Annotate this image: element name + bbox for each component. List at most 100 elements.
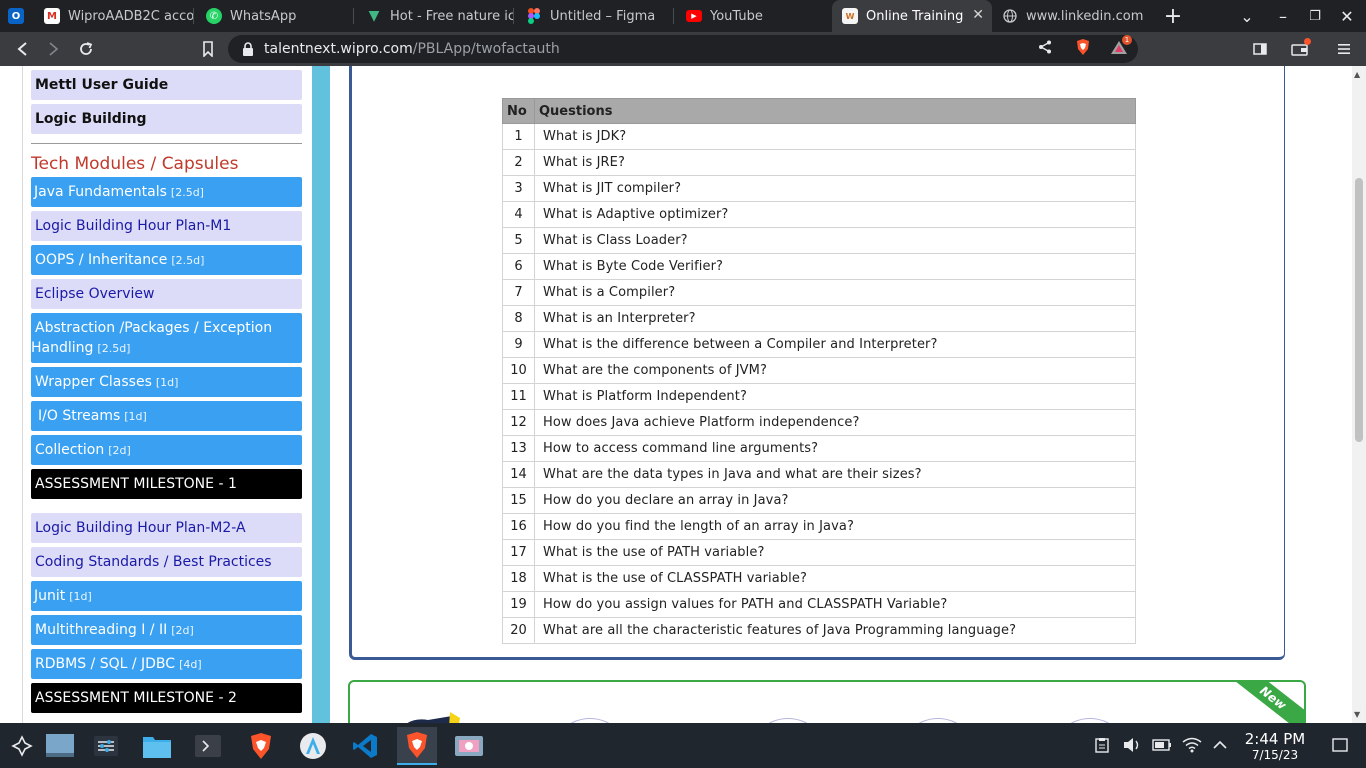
duration-tag: [4d] bbox=[179, 658, 202, 671]
page-scrollbar[interactable]: ▲ ▼ bbox=[1352, 66, 1366, 723]
sidebar-item-coding-standards[interactable]: Coding Standards / Best Practices bbox=[31, 547, 302, 577]
sidebar-item-eclipse-overview[interactable]: Eclipse Overview bbox=[31, 279, 302, 309]
page-left-border bbox=[22, 66, 23, 723]
sidebar-item-io-streams[interactable]: I/O Streams [1d] bbox=[31, 401, 302, 431]
sidebar-item-assessment-milestone-2[interactable]: ASSESSMENT MILESTONE - 2 bbox=[31, 683, 302, 713]
menu-icon[interactable] bbox=[1332, 37, 1356, 61]
sidebar-toggle-icon[interactable] bbox=[1248, 37, 1272, 61]
duration-tag: [2d] bbox=[108, 444, 131, 457]
duration-tag: [1d] bbox=[155, 376, 179, 389]
sidebar-item-rdbms-sql-jdbc[interactable]: RDBMS / SQL / JDBC [4d] bbox=[31, 649, 302, 679]
table-row: 11 What is Platform Independent? bbox=[502, 383, 1136, 410]
table-row: 19 How do you assign values for PATH and … bbox=[502, 591, 1136, 618]
sidebar-item-label: Logic Building Hour Plan-M2-A bbox=[35, 520, 246, 536]
tab-whatsapp[interactable]: ✆ WhatsApp bbox=[196, 0, 354, 32]
table-row: 13 How to access command line arguments? bbox=[502, 435, 1136, 462]
question-text: What is Class Loader? bbox=[534, 227, 1136, 254]
sidebar-item-logic-building[interactable]: Logic Building bbox=[31, 104, 302, 134]
bookmark-icon[interactable] bbox=[196, 37, 220, 61]
taskbar-clock[interactable]: 2:44 PM 7/15/23 bbox=[1240, 731, 1310, 763]
question-text: What is an Interpreter? bbox=[534, 305, 1136, 332]
globe-icon bbox=[1002, 8, 1018, 24]
sidebar-item-label: Logic Building Hour Plan-M1 bbox=[35, 218, 232, 234]
tab-linkedin[interactable]: www.linkedin.com bbox=[992, 0, 1152, 32]
scroll-down-icon[interactable]: ▼ bbox=[1354, 710, 1360, 719]
sidebar-item-label: Wrapper Classes bbox=[35, 374, 152, 390]
url-text: talentnext.wipro.com/PBLApp/twofactauth bbox=[264, 41, 560, 57]
vscode-icon[interactable] bbox=[345, 727, 385, 765]
sidebar-item-assessment-milestone-1[interactable]: ASSESSMENT MILESTONE - 1 bbox=[31, 469, 302, 499]
terminal-icon[interactable] bbox=[188, 727, 228, 765]
sidebar-item-wrapper-classes[interactable]: Wrapper Classes [1d] bbox=[31, 367, 302, 397]
tab-online-training[interactable]: W Online Training ✕ bbox=[832, 0, 992, 32]
scroll-up-icon[interactable]: ▲ bbox=[1354, 70, 1360, 79]
new-tab-icon[interactable]: + bbox=[1158, 0, 1188, 32]
question-number: 20 bbox=[502, 617, 535, 644]
sidebar-item-java-fundamentals[interactable]: Java Fundamentals [2.5d] bbox=[31, 177, 302, 207]
question-text: What is Byte Code Verifier? bbox=[534, 253, 1136, 280]
sidebar-item-logic-building-m2a[interactable]: Logic Building Hour Plan-M2-A bbox=[31, 513, 302, 543]
brave-shields-icon[interactable] bbox=[1074, 38, 1092, 56]
outlook-pinned-tab[interactable]: O bbox=[0, 0, 30, 32]
wifi-icon[interactable] bbox=[1182, 735, 1202, 755]
scrollbar-thumb[interactable] bbox=[1355, 178, 1363, 442]
question-text: What are the data types in Java and what… bbox=[534, 461, 1136, 488]
brave-icon[interactable] bbox=[241, 727, 281, 765]
sidebar-item-junit[interactable]: Junit [1d] bbox=[31, 581, 302, 611]
app-launcher-icon[interactable] bbox=[2, 727, 42, 765]
questions-table-body: 1 What is JDK? 2 What is JRE? 3 What is JIT c… bbox=[502, 123, 1136, 644]
tab-title: Hot - Free nature ico bbox=[390, 8, 514, 24]
close-tab-icon[interactable]: ✕ bbox=[972, 7, 984, 23]
close-window-icon[interactable]: ✕ bbox=[1332, 0, 1362, 32]
wallet-badge bbox=[1304, 38, 1311, 45]
table-row: 15 How do you declare an array in Java? bbox=[502, 487, 1136, 514]
brave-rewards-icon[interactable]: 1 bbox=[1110, 35, 1132, 56]
desktop-icon[interactable] bbox=[40, 727, 80, 765]
tab-free-nature-icons[interactable]: ▼ Hot - Free nature ico bbox=[356, 0, 514, 32]
sidebar-item-label: Coding Standards / Best Practices bbox=[35, 554, 272, 570]
back-icon[interactable] bbox=[10, 37, 34, 61]
brave-active-icon[interactable] bbox=[397, 727, 437, 765]
share-icon[interactable] bbox=[1036, 38, 1054, 56]
sidebar-item-label: RDBMS / SQL / JDBC bbox=[35, 656, 176, 672]
wallet-icon[interactable] bbox=[1288, 37, 1312, 61]
question-text: What is JDK? bbox=[534, 123, 1136, 150]
questions-table: No Questions 1 What is JDK? 2 What is JRE? 3… bbox=[502, 98, 1136, 644]
sidebar-item-collection[interactable]: Collection [2d] bbox=[31, 435, 302, 465]
minimize-icon[interactable]: – bbox=[1268, 0, 1298, 32]
table-row: 8 What is an Interpreter? bbox=[502, 305, 1136, 332]
sidebar-item-label: Mettl User Guide bbox=[35, 77, 169, 93]
question-text: What is JIT compiler? bbox=[534, 175, 1136, 202]
file-manager-icon[interactable] bbox=[137, 727, 177, 765]
volume-icon[interactable] bbox=[1122, 735, 1142, 755]
question-number: 12 bbox=[502, 409, 535, 436]
address-bar[interactable]: talentnext.wipro.com/PBLApp/twofactauth bbox=[228, 35, 1138, 63]
tab-search-chevron-icon[interactable]: ⌄ bbox=[1232, 0, 1262, 32]
sidebar-item-label: Multithreading I / II bbox=[35, 622, 168, 638]
sidebar-item-mettl-user-guide[interactable]: Mettl User Guide bbox=[31, 70, 302, 100]
question-text: How do you find the length of an array i… bbox=[534, 513, 1136, 540]
sidebar-item-logic-building-m1[interactable]: Logic Building Hour Plan-M1 bbox=[31, 211, 302, 241]
question-text: What is the use of CLASSPATH variable? bbox=[534, 565, 1136, 592]
settings-icon[interactable] bbox=[86, 727, 126, 765]
sidebar-item-abstraction-packages[interactable]: Abstraction /Packages / Exception Handli… bbox=[31, 313, 302, 363]
battery-icon[interactable] bbox=[1152, 735, 1172, 755]
tab-gmail[interactable]: M WiproAADB2C accou bbox=[34, 0, 194, 32]
clipboard-icon[interactable] bbox=[1092, 735, 1112, 755]
forward-icon[interactable] bbox=[42, 37, 66, 61]
show-desktop-icon[interactable] bbox=[1330, 735, 1350, 755]
column-header-questions: Questions bbox=[534, 98, 1136, 124]
screenshot-icon[interactable] bbox=[449, 727, 489, 765]
question-number: 14 bbox=[502, 461, 535, 488]
tab-youtube[interactable]: ▶ YouTube bbox=[676, 0, 832, 32]
sidebar-item-label: Abstraction /Packages / Exception Handli… bbox=[31, 320, 273, 356]
reload-icon[interactable] bbox=[74, 37, 98, 61]
sidebar-item-oops-inheritance[interactable]: OOPS / Inheritance [2.5d] bbox=[31, 245, 302, 275]
sidebar-item-multithreading[interactable]: Multithreading I / II [2d] bbox=[31, 615, 302, 645]
tray-expand-chevron-icon[interactable] bbox=[1210, 735, 1230, 755]
clock-date: 7/15/23 bbox=[1251, 748, 1299, 762]
app-store-icon[interactable] bbox=[293, 727, 333, 765]
tab-figma[interactable]: Untitled – Figma bbox=[516, 0, 674, 32]
maximize-icon[interactable]: ❐ bbox=[1300, 0, 1330, 32]
question-number: 18 bbox=[502, 565, 535, 592]
